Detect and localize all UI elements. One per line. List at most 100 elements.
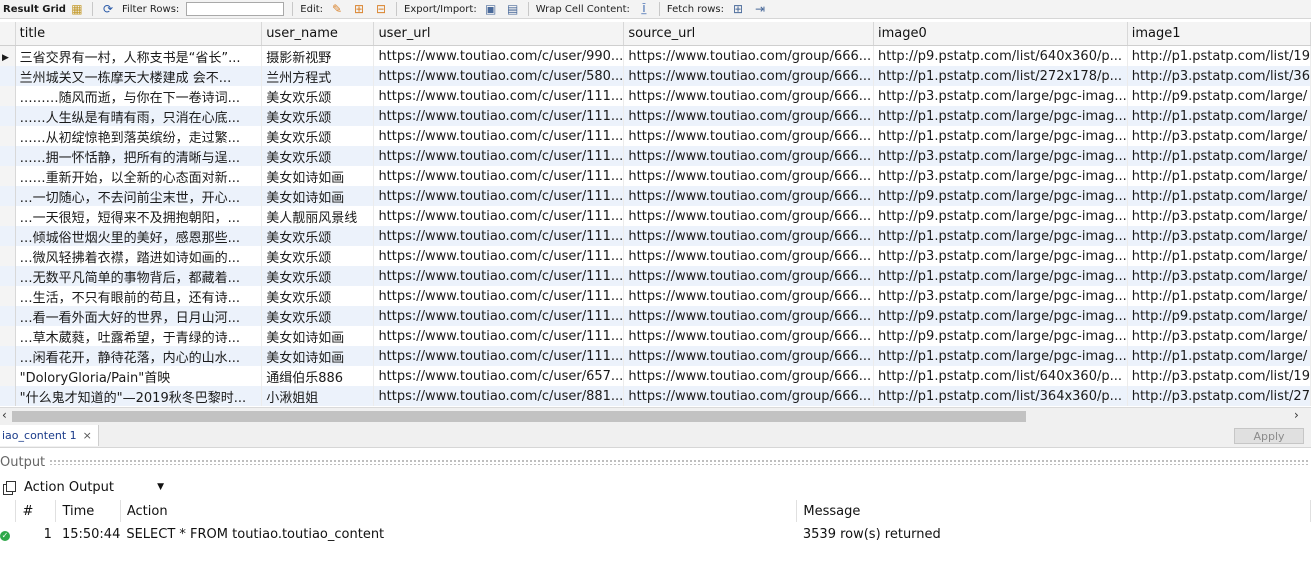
- cell-user-url[interactable]: https://www.toutiao.com/c/user/111...: [373, 346, 625, 366]
- cell-title[interactable]: 三省交界有一村，人称支书是“省长”...: [15, 45, 263, 66]
- table-row[interactable]: …一天很短，短得来不及拥抱朝阳，... 美人靓丽风景线 https://www.to…: [0, 206, 1311, 226]
- cell-image0[interactable]: http://p3.pstatp.com/large/pgc-imag...: [873, 166, 1128, 186]
- cell-title[interactable]: ……拥一怀恬静，把所有的清晰与逞...: [15, 146, 263, 166]
- cell-image0[interactable]: http://p9.pstatp.com/large/pgc-imag...: [873, 206, 1128, 226]
- row-gutter[interactable]: [0, 146, 16, 166]
- refresh-icon[interactable]: ⟳: [100, 2, 116, 16]
- cell-title[interactable]: …微风轻拂着衣襟，踏进如诗如画的...: [15, 246, 263, 266]
- cell-title[interactable]: ……从初绽惊艳到落英缤纷，走过繁...: [15, 126, 263, 146]
- cell-source-url[interactable]: https://www.toutiao.com/group/666...: [623, 326, 874, 346]
- cell-user-url[interactable]: https://www.toutiao.com/c/user/881...: [373, 386, 625, 406]
- import-icon[interactable]: ▤: [505, 2, 521, 16]
- cell-user-url[interactable]: https://www.toutiao.com/c/user/111...: [373, 326, 625, 346]
- cell-user-name[interactable]: 美女如诗如画: [261, 326, 375, 346]
- cell-user-name[interactable]: 美女如诗如画: [261, 186, 375, 206]
- cell-user-url[interactable]: https://www.toutiao.com/c/user/111...: [373, 126, 625, 146]
- cell-user-name[interactable]: 美女欢乐颂: [261, 306, 375, 326]
- table-row[interactable]: "什么鬼才知道的"—2019秋冬巴黎时... 小湫姐姐 https://www.to…: [0, 386, 1311, 406]
- scroll-right-icon[interactable]: ›: [1294, 408, 1299, 422]
- cell-user-name[interactable]: 美女欢乐颂: [261, 126, 375, 146]
- output-column-action[interactable]: Action: [120, 500, 798, 522]
- table-row[interactable]: ……人生纵是有晴有雨，只消在心底... 美女欢乐颂 https://www.tout…: [0, 106, 1311, 126]
- cell-source-url[interactable]: https://www.toutiao.com/group/666...: [623, 266, 874, 286]
- cell-user-name[interactable]: 美女欢乐颂: [261, 226, 375, 246]
- column-header-user-name[interactable]: user_name: [261, 22, 375, 46]
- table-row[interactable]: …生活，不只有眼前的苟且，还有诗... 美女欢乐颂 https://www.tout…: [0, 286, 1311, 306]
- cell-image1[interactable]: http://p1.pstatp.com/list/19: [1127, 45, 1311, 66]
- cell-image1[interactable]: http://p1.pstatp.com/large/: [1127, 246, 1311, 266]
- output-row[interactable]: ✓ 1 15:50:44 SELECT * FROM toutiao.toutiao_…: [0, 522, 1311, 546]
- cell-user-url[interactable]: https://www.toutiao.com/c/user/111...: [373, 206, 625, 226]
- table-row[interactable]: ……重新开始，以全新的心态面对新... 美女如诗如画 https://www.tou…: [0, 166, 1311, 186]
- row-gutter[interactable]: [0, 66, 16, 86]
- cell-image0[interactable]: http://p1.pstatp.com/large/pgc-imag...: [873, 226, 1128, 246]
- row-gutter[interactable]: [0, 246, 16, 266]
- row-gutter[interactable]: [0, 326, 16, 346]
- row-gutter[interactable]: [0, 286, 16, 306]
- table-row[interactable]: …倾城俗世烟火里的美好，感恩那些... 美女欢乐颂 https://www.tout…: [0, 226, 1311, 246]
- table-row[interactable]: …微风轻拂着衣襟，踏进如诗如画的... 美女欢乐颂 https://www.tout…: [0, 246, 1311, 266]
- cell-user-url[interactable]: https://www.toutiao.com/c/user/111...: [373, 106, 625, 126]
- cell-title[interactable]: "什么鬼才知道的"—2019秋冬巴黎时...: [15, 386, 263, 406]
- row-gutter[interactable]: [0, 306, 16, 326]
- cell-source-url[interactable]: https://www.toutiao.com/group/666...: [623, 66, 874, 86]
- cell-image1[interactable]: http://p1.pstatp.com/large/: [1127, 166, 1311, 186]
- cell-image0[interactable]: http://p1.pstatp.com/large/pgc-imag...: [873, 126, 1128, 146]
- table-row[interactable]: …闲看花开，静待花落，内心的山水... 美女如诗如画 https://www.tou…: [0, 346, 1311, 366]
- cell-user-url[interactable]: https://www.toutiao.com/c/user/111...: [373, 86, 625, 106]
- cell-source-url[interactable]: https://www.toutiao.com/group/666...: [623, 366, 874, 386]
- table-row[interactable]: 兰州城关又一栋摩天大楼建成 会不... 兰州方程式 https://www.tout…: [0, 66, 1311, 86]
- cell-source-url[interactable]: https://www.toutiao.com/group/666...: [623, 106, 874, 126]
- column-header-image0[interactable]: image0: [873, 22, 1128, 46]
- cell-image0[interactable]: http://p1.pstatp.com/list/364x360/p...: [873, 386, 1128, 406]
- cell-title[interactable]: 兰州城关又一栋摩天大楼建成 会不...: [15, 66, 263, 86]
- splitter-grip[interactable]: [49, 459, 1309, 465]
- cell-title[interactable]: …看一看外面大好的世界，日月山河...: [15, 306, 263, 326]
- column-header-image1[interactable]: image1: [1127, 22, 1311, 46]
- cell-source-url[interactable]: https://www.toutiao.com/group/666...: [623, 86, 874, 106]
- cell-user-name[interactable]: 美女如诗如画: [261, 166, 375, 186]
- row-gutter[interactable]: [0, 166, 16, 186]
- fetch-next-icon[interactable]: ⊞: [730, 2, 746, 16]
- cell-image0[interactable]: http://p9.pstatp.com/list/640x360/p...: [873, 45, 1128, 66]
- fetch-all-icon[interactable]: ⇥: [752, 2, 768, 16]
- cell-source-url[interactable]: https://www.toutiao.com/group/666...: [623, 246, 874, 266]
- output-column-num[interactable]: #: [15, 500, 57, 522]
- cell-source-url[interactable]: https://www.toutiao.com/group/666...: [623, 45, 874, 66]
- cell-user-url[interactable]: https://www.toutiao.com/c/user/111...: [373, 166, 625, 186]
- cell-source-url[interactable]: https://www.toutiao.com/group/666...: [623, 206, 874, 226]
- table-row[interactable]: ▶ 三省交界有一村，人称支书是“省长”... 摄影新视野 https://www.to…: [0, 45, 1311, 66]
- cell-source-url[interactable]: https://www.toutiao.com/group/666...: [623, 146, 874, 166]
- row-gutter[interactable]: ▶: [0, 45, 16, 66]
- cell-user-name[interactable]: 美人靓丽风景线: [261, 206, 375, 226]
- cell-user-url[interactable]: https://www.toutiao.com/c/user/111...: [373, 186, 625, 206]
- cell-image1[interactable]: http://p9.pstatp.com/large/: [1127, 306, 1311, 326]
- cell-image0[interactable]: http://p1.pstatp.com/large/pgc-imag...: [873, 346, 1128, 366]
- cell-source-url[interactable]: https://www.toutiao.com/group/666...: [623, 186, 874, 206]
- output-type-select[interactable]: Action Output ▼: [22, 477, 168, 497]
- cell-image0[interactable]: http://p3.pstatp.com/large/pgc-imag...: [873, 286, 1128, 306]
- cell-user-url[interactable]: https://www.toutiao.com/c/user/580...: [373, 66, 625, 86]
- cell-image1[interactable]: http://p3.pstatp.com/large/: [1127, 126, 1311, 146]
- cell-user-name[interactable]: 美女欢乐颂: [261, 146, 375, 166]
- row-gutter[interactable]: [0, 346, 16, 366]
- cell-image0[interactable]: http://p1.pstatp.com/large/pgc-imag...: [873, 106, 1128, 126]
- cell-source-url[interactable]: https://www.toutiao.com/group/666...: [623, 286, 874, 306]
- cell-image0[interactable]: http://p1.pstatp.com/list/272x178/p...: [873, 66, 1128, 86]
- cell-title[interactable]: …生活，不只有眼前的苟且，还有诗...: [15, 286, 263, 306]
- cell-image0[interactable]: http://p1.pstatp.com/large/pgc-imag...: [873, 266, 1128, 286]
- cell-image1[interactable]: http://p9.pstatp.com/large/: [1127, 86, 1311, 106]
- cell-user-name[interactable]: 摄影新视野: [261, 45, 375, 66]
- horizontal-scrollbar[interactable]: ‹ ›: [0, 407, 1311, 425]
- table-row[interactable]: …草木葳蕤，吐露希望，于青绿的诗... 美女如诗如画 https://www.tou…: [0, 326, 1311, 346]
- table-row[interactable]: …一切随心，不去问前尘末世，开心... 美女如诗如画 https://www.tou…: [0, 186, 1311, 206]
- cell-image0[interactable]: http://p3.pstatp.com/large/pgc-imag...: [873, 86, 1128, 106]
- table-row[interactable]: "DoloryGloria/Pain"首映 通缉伯乐886 https://www.…: [0, 366, 1311, 386]
- cell-user-name[interactable]: 通缉伯乐886: [261, 366, 375, 386]
- table-row[interactable]: ………随风而逝，与你在下一卷诗词... 美女欢乐颂 https://www.tout…: [0, 86, 1311, 106]
- cell-user-name[interactable]: 美女如诗如画: [261, 346, 375, 366]
- export-icon[interactable]: ▣: [483, 2, 499, 16]
- cell-image0[interactable]: http://p1.pstatp.com/list/640x360/p...: [873, 366, 1128, 386]
- cell-image1[interactable]: http://p1.pstatp.com/large/: [1127, 286, 1311, 306]
- cell-title[interactable]: "DoloryGloria/Pain"首映: [15, 366, 263, 386]
